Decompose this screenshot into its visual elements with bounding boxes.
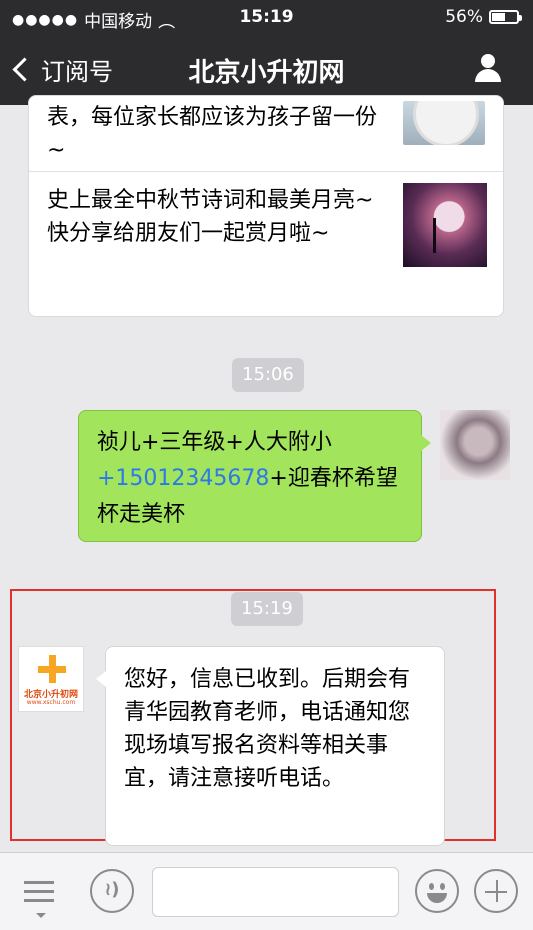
clock-thumbnail[interactable] xyxy=(403,101,485,145)
sent-message-part: 祯儿+三年级+人大附小 xyxy=(97,430,332,455)
moon-tree-thumbnail[interactable] xyxy=(403,183,487,267)
battery-icon xyxy=(489,10,522,24)
article-divider xyxy=(29,171,503,172)
status-bar: ●●●●● 中国移动 ︵ 15:19 56% xyxy=(0,0,533,34)
status-right: 56% xyxy=(445,7,522,27)
received-message-text: 您好，信息已收到。后期会有青华园教育老师，电话通知您现场填写报名资料等相关事宜，… xyxy=(124,667,411,791)
user-icon[interactable] xyxy=(473,54,503,84)
avatar[interactable] xyxy=(440,410,510,480)
logo-bar xyxy=(49,655,56,683)
official-account-avatar[interactable]: 北京小升初网 www.xschu.com xyxy=(18,646,84,712)
user-icon-head xyxy=(481,54,495,68)
chat-title: 北京小升初网 xyxy=(188,58,345,88)
menu-line xyxy=(24,881,54,884)
timestamp-chip: 15:06 xyxy=(232,358,304,392)
emoji-mouth xyxy=(427,893,447,903)
navigation-bar: 订阅号 北京小升初网 xyxy=(0,40,533,100)
clock-icon xyxy=(413,101,479,145)
menu-line xyxy=(24,899,54,902)
input-bar: ≀) xyxy=(0,852,533,930)
menu-icon[interactable] xyxy=(24,881,56,918)
logo-mark-icon xyxy=(38,655,66,683)
battery-fill xyxy=(492,13,506,21)
timestamp-chip: 15:19 xyxy=(231,592,303,626)
received-message-bubble[interactable]: 您好，信息已收到。后期会有青华园教育老师，电话通知您现场填写报名资料等相关事宜，… xyxy=(96,646,445,846)
tree-icon xyxy=(433,218,436,253)
article-item[interactable]: 表，每位家长都应该为孩子留一份~ xyxy=(47,101,387,167)
menu-caret xyxy=(36,913,46,918)
plus-icon[interactable] xyxy=(474,869,518,913)
top-bar: ●●●●● 中国移动 ︵ 15:19 56% 订阅号 北京小升初网 xyxy=(0,0,533,105)
user-icon-body xyxy=(475,69,501,82)
menu-line xyxy=(24,890,54,893)
voice-icon[interactable]: ≀) xyxy=(90,869,134,913)
emoji-eye xyxy=(429,883,434,890)
battery-percent: 56% xyxy=(445,7,483,27)
article-item[interactable]: 史上最全中秋节诗词和最美月亮~快分享给朋友们一起赏月啦~ xyxy=(47,184,387,250)
logo-url: www.xschu.com xyxy=(26,699,76,706)
message-input[interactable] xyxy=(152,867,399,917)
emoji-icon[interactable] xyxy=(415,869,459,913)
emoji-eye xyxy=(440,883,445,890)
article-card: 表，每位家长都应该为孩子留一份~ 史上最全中秋节诗词和最美月亮~快分享给朋友们一… xyxy=(28,95,504,317)
phone-link[interactable]: +15012345678 xyxy=(97,466,269,491)
sent-message-bubble[interactable]: 祯儿+三年级+人大附小 +15012345678+迎春杯希望杯走美杯 xyxy=(78,410,431,542)
sent-message-text: 祯儿+三年级+人大附小 +15012345678+迎春杯希望杯走美杯 xyxy=(97,425,407,533)
